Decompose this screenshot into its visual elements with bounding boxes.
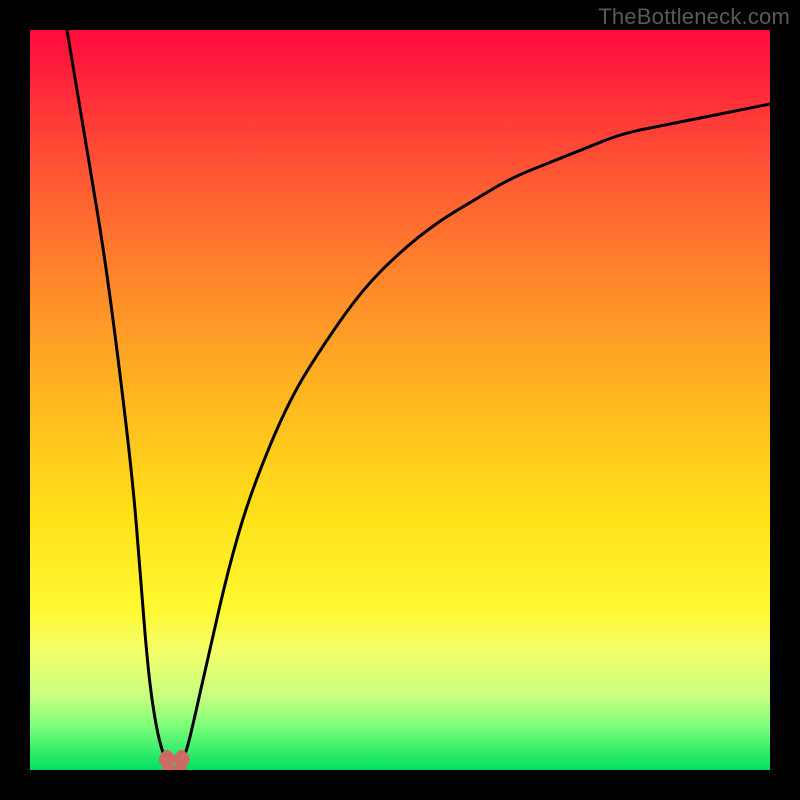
chart-frame: TheBottleneck.com bbox=[0, 0, 800, 800]
curve-layer bbox=[30, 30, 770, 770]
valley-right-marker bbox=[174, 751, 190, 767]
attribution-text: TheBottleneck.com bbox=[598, 4, 790, 30]
bottleneck-curve bbox=[67, 30, 770, 770]
plot-area bbox=[30, 30, 770, 770]
valley-left-marker bbox=[159, 751, 175, 767]
